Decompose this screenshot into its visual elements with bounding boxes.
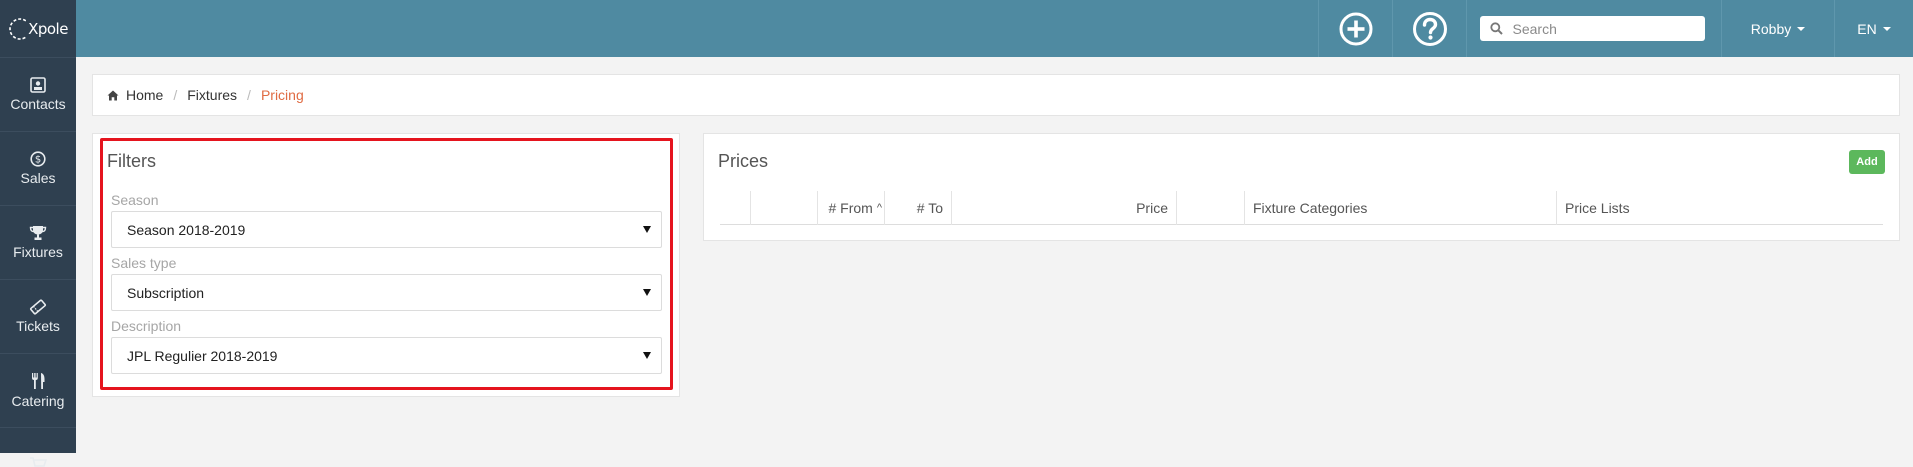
- sidebar-item-sales[interactable]: $ Sales: [0, 131, 76, 205]
- prices-panel: Prices Add # From ^ # To Price Fixture C…: [703, 133, 1900, 241]
- breadcrumb-separator: /: [173, 87, 178, 103]
- sidebar-item-label: Fixtures: [13, 244, 63, 260]
- sales-type-select[interactable]: Subscription: [111, 274, 662, 311]
- sidebar-item-tickets[interactable]: Tickets: [0, 279, 76, 353]
- dropdown-arrow-icon: [643, 289, 651, 296]
- breadcrumb-separator: /: [247, 87, 251, 103]
- breadcrumb-current: Pricing: [260, 87, 304, 103]
- season-label: Season: [111, 192, 159, 208]
- add-price-button[interactable]: Add: [1849, 150, 1885, 174]
- breadcrumb-fixtures[interactable]: Fixtures: [187, 87, 237, 103]
- sidebar-item-more[interactable]: [0, 427, 76, 467]
- add-new-button[interactable]: [1318, 0, 1392, 57]
- sales-type-label: Sales type: [111, 255, 177, 271]
- prices-table-header: # From ^ # To Price Fixture Categories P…: [720, 191, 1883, 225]
- season-select[interactable]: Season 2018-2019: [111, 211, 662, 248]
- column-fixture-categories[interactable]: Fixture Categories: [1244, 191, 1556, 225]
- dropdown-arrow-icon: [643, 226, 651, 233]
- column-from-label: # From: [828, 200, 873, 216]
- user-menu[interactable]: Robby: [1721, 0, 1834, 57]
- search-box[interactable]: [1479, 16, 1705, 41]
- filters-title: Filters: [107, 151, 156, 171]
- season-value: Season 2018-2019: [127, 221, 246, 238]
- column-price-label: Price: [1136, 200, 1168, 216]
- question-circle-icon: [1412, 11, 1447, 46]
- home-icon: [107, 90, 119, 100]
- chevron-down-icon: [1882, 26, 1891, 31]
- sales-type-value: Subscription: [127, 284, 205, 301]
- breadcrumb-home[interactable]: Home: [126, 87, 163, 103]
- dropdown-arrow-icon: [643, 352, 651, 359]
- sidebar-item-contacts[interactable]: Contacts: [0, 57, 76, 131]
- sidebar-item-label: Catering: [11, 393, 65, 409]
- column-to[interactable]: # To: [884, 191, 951, 225]
- plus-circle-icon: [1339, 12, 1372, 45]
- logo-icon: [9, 17, 27, 40]
- search-icon: [1489, 22, 1503, 35]
- top-bar: Robby EN: [76, 0, 1913, 57]
- description-label: Description: [111, 318, 182, 334]
- search-input[interactable]: [1510, 19, 1691, 38]
- logo-text: Xpole: [28, 19, 68, 38]
- language-label: EN: [1857, 20, 1877, 37]
- column-price[interactable]: Price: [951, 191, 1176, 225]
- sidebar: Xpole Contacts $ Sales Fixtures Tickets …: [0, 0, 76, 467]
- contact-card-icon: [30, 77, 46, 93]
- sidebar-item-fixtures[interactable]: Fixtures: [0, 205, 76, 279]
- sidebar-item-label: Contacts: [10, 96, 66, 112]
- dollar-circle-icon: $: [30, 151, 46, 167]
- column-to-label: # To: [916, 200, 943, 216]
- sort-asc-icon: ^: [876, 202, 882, 214]
- user-name: Robby: [1750, 20, 1792, 37]
- column-price-lists-label: Price Lists: [1565, 200, 1630, 216]
- column-from[interactable]: # From ^: [817, 191, 884, 225]
- cart-icon: [30, 457, 47, 467]
- column-price-lists[interactable]: Price Lists: [1556, 191, 1883, 225]
- chevron-down-icon: [1797, 26, 1806, 31]
- sidebar-item-label: Tickets: [16, 318, 60, 334]
- trophy-icon: [29, 226, 47, 240]
- column-fixture-categories-label: Fixture Categories: [1253, 200, 1368, 216]
- prices-title: Prices: [718, 151, 769, 171]
- filters-panel: Filters Season Season 2018-2019 Sales ty…: [92, 133, 680, 397]
- sidebar-item-label: Sales: [20, 170, 56, 186]
- sidebar-item-catering[interactable]: Catering: [0, 353, 76, 427]
- ticket-icon: [29, 299, 47, 315]
- column-blank-2: [1176, 191, 1244, 225]
- description-value: JPL Regulier 2018-2019: [127, 347, 278, 364]
- description-select[interactable]: JPL Regulier 2018-2019: [111, 337, 662, 374]
- help-button[interactable]: [1392, 0, 1466, 57]
- svg-text:$: $: [35, 155, 41, 166]
- breadcrumb: Home / Fixtures / Pricing: [92, 74, 1900, 116]
- language-menu[interactable]: EN: [1834, 0, 1913, 57]
- column-blank: [750, 191, 817, 225]
- app-logo[interactable]: Xpole: [0, 0, 76, 57]
- fork-knife-icon: [32, 373, 45, 389]
